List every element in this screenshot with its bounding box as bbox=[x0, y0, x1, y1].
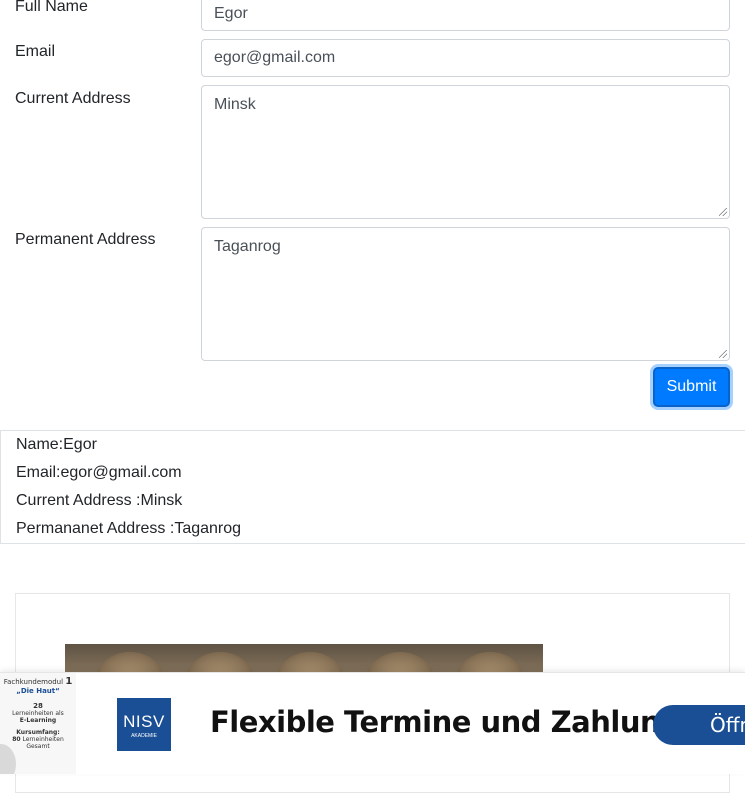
ad-banner[interactable]: Fachkundemodul 1 „Die Haut“ 28 Lerneinhe… bbox=[0, 672, 745, 774]
nisv-logo[interactable]: NISV AKADEMIE bbox=[117, 698, 171, 751]
thumb-course-size-label: Kursumfang: bbox=[16, 729, 60, 736]
thumb-title: „Die Haut“ bbox=[16, 687, 60, 695]
full-name-label: Full Name bbox=[15, 0, 88, 15]
output-email: Email:egor@gmail.com bbox=[16, 464, 182, 481]
output-panel: Name:Egor Email:egor@gmail.com Current A… bbox=[0, 430, 745, 544]
thumb-units-label: Lerneinheiten als bbox=[12, 710, 64, 717]
ad-open-button[interactable]: Öffn bbox=[653, 705, 745, 745]
full-name-input[interactable]: Egor bbox=[201, 0, 730, 31]
thumb-total-units-label: Lerneinheiten bbox=[22, 736, 64, 743]
thumb-module-label: Fachkundemodul bbox=[3, 678, 64, 686]
thumb-elearning: E-Learning bbox=[19, 717, 57, 724]
thumb-units-count: 28 bbox=[33, 702, 43, 710]
email-input[interactable]: egor@gmail.com bbox=[201, 39, 730, 77]
output-current-address: Current Address :Minsk bbox=[16, 492, 183, 509]
resize-handle-icon[interactable] bbox=[719, 208, 727, 216]
email-label: Email bbox=[15, 43, 56, 60]
thumb-module-number: 1 bbox=[65, 676, 73, 687]
permanent-address-value: Taganrog bbox=[214, 238, 281, 255]
ad-thumbnail[interactable]: Fachkundemodul 1 „Die Haut“ 28 Lerneinhe… bbox=[0, 673, 76, 774]
logo-subtext: AKADEMIE bbox=[131, 733, 157, 739]
permanent-address-textarea[interactable]: Taganrog bbox=[201, 227, 730, 361]
thumb-total-units: 80 bbox=[12, 736, 21, 743]
current-address-label: Current Address bbox=[15, 90, 131, 107]
resize-handle-icon[interactable] bbox=[719, 350, 727, 358]
current-address-value: Minsk bbox=[214, 96, 256, 113]
output-name: Name:Egor bbox=[16, 436, 97, 453]
current-address-textarea[interactable]: Minsk bbox=[201, 85, 730, 219]
permanent-address-label: Permanent Address bbox=[15, 231, 156, 248]
ad-headline[interactable]: Flexible Termine und Zahlung bbox=[210, 705, 681, 739]
output-permanent-address: Permananet Address :Taganrog bbox=[16, 520, 242, 537]
submit-button[interactable]: Submit bbox=[653, 367, 730, 407]
logo-text: NISV bbox=[123, 712, 165, 731]
